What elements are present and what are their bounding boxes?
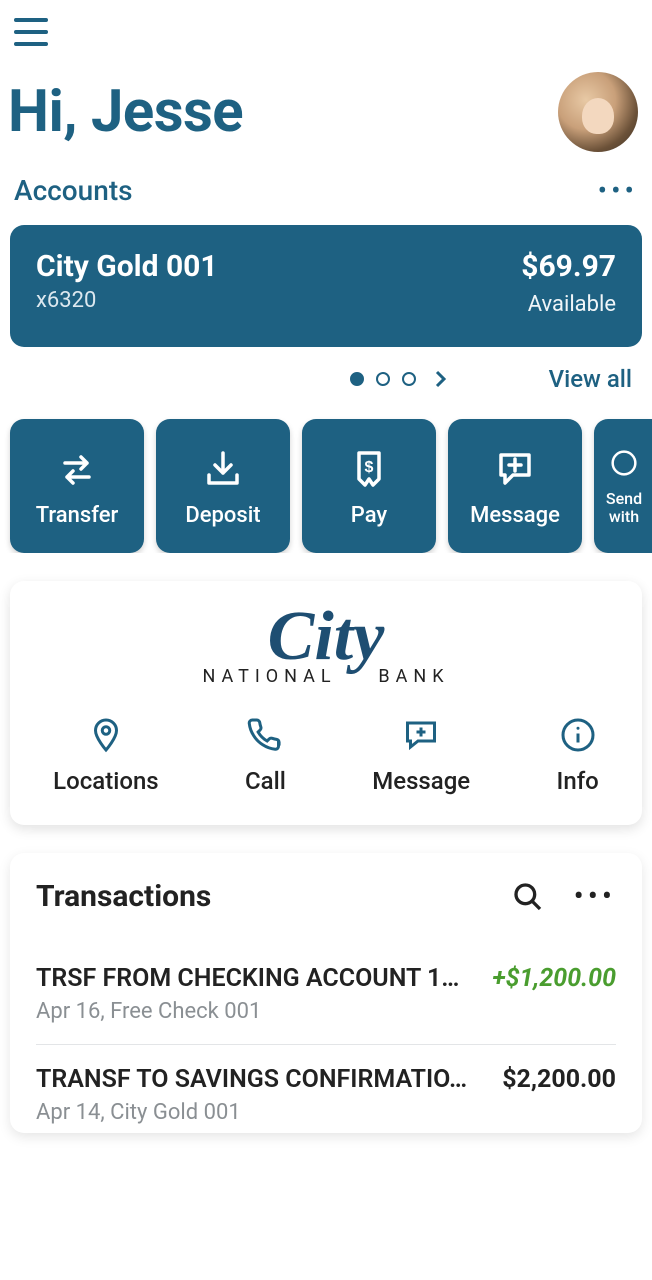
pager-dot-3[interactable] <box>402 372 416 386</box>
transactions-more-button[interactable]: ••• <box>574 889 616 904</box>
call-button[interactable]: Call <box>245 717 286 795</box>
accounts-heading: Accounts <box>14 174 133 207</box>
send-button[interactable]: Send with <box>594 419 652 553</box>
info-label: Info <box>557 767 599 795</box>
transaction-row[interactable]: TRANSF TO SAVINGS CONFIRMATIO… $2,200.00… <box>36 1045 616 1133</box>
transaction-amount: +$1,200.00 <box>492 964 616 993</box>
transfer-button[interactable]: Transfer <box>10 419 144 553</box>
bank-message-label: Message <box>372 767 470 795</box>
svg-text:$: $ <box>365 459 374 476</box>
info-icon <box>560 717 596 753</box>
send-label: Send with <box>594 490 652 525</box>
profile-avatar[interactable] <box>558 72 638 152</box>
message-label: Message <box>470 503 560 528</box>
deposit-icon <box>199 445 247 493</box>
account-balance-label: Available <box>521 292 616 317</box>
call-label: Call <box>245 767 286 795</box>
pay-button[interactable]: $ Pay <box>302 419 436 553</box>
account-mask: x6320 <box>36 288 218 313</box>
pin-icon <box>88 717 124 753</box>
deposit-button[interactable]: Deposit <box>156 419 290 553</box>
transaction-desc: TRANSF TO SAVINGS CONFIRMATIO… <box>36 1065 490 1094</box>
locations-label: Locations <box>53 767 158 795</box>
locations-button[interactable]: Locations <box>53 717 158 795</box>
pay-label: Pay <box>351 503 387 528</box>
pager-next-icon[interactable] <box>428 367 452 391</box>
transaction-sub: Apr 14, City Gold 001 <box>36 1100 616 1125</box>
view-all-link[interactable]: View all <box>549 365 632 393</box>
transaction-sub: Apr 16, Free Check 001 <box>36 999 616 1024</box>
transaction-amount: $2,200.00 <box>502 1065 616 1094</box>
transaction-desc: TRSF FROM CHECKING ACCOUNT 1… <box>36 964 480 993</box>
transfer-label: Transfer <box>36 503 119 528</box>
message-plus-icon <box>491 445 539 493</box>
accounts-more-button[interactable]: ••• <box>598 177 638 205</box>
account-card[interactable]: City Gold 001 x6320 $69.97 Available <box>10 225 642 347</box>
message-button[interactable]: Message <box>448 419 582 553</box>
pay-icon: $ <box>345 445 393 493</box>
phone-icon <box>247 717 283 753</box>
transactions-card: Transactions ••• TRSF FROM CHECKING ACCO… <box>10 853 642 1133</box>
account-pager <box>350 367 452 391</box>
search-icon[interactable] <box>512 881 544 913</box>
bank-info-card: City NATIONAL BANK Locations Call Messag… <box>10 581 642 825</box>
menu-button[interactable] <box>14 18 48 46</box>
pager-dot-2[interactable] <box>376 372 390 386</box>
transfer-icon <box>53 445 101 493</box>
transaction-row[interactable]: TRSF FROM CHECKING ACCOUNT 1… +$1,200.00… <box>36 944 616 1045</box>
greeting-text: Hi, Jesse <box>8 78 243 146</box>
account-balance: $69.97 <box>521 249 616 284</box>
bank-logo-sub: NATIONAL BANK <box>10 666 642 687</box>
deposit-label: Deposit <box>185 503 260 528</box>
bank-message-button[interactable]: Message <box>372 717 470 795</box>
account-name: City Gold 001 <box>36 249 218 284</box>
quick-actions-row: Transfer Deposit $ Pay Message Send with <box>0 393 652 553</box>
send-icon <box>607 446 641 480</box>
info-button[interactable]: Info <box>557 717 599 795</box>
transactions-heading: Transactions <box>36 879 211 914</box>
message-plus-icon <box>403 717 439 753</box>
bank-logo: City NATIONAL BANK <box>10 605 642 687</box>
bank-logo-main: City <box>268 598 385 675</box>
pager-dot-1[interactable] <box>350 372 364 386</box>
